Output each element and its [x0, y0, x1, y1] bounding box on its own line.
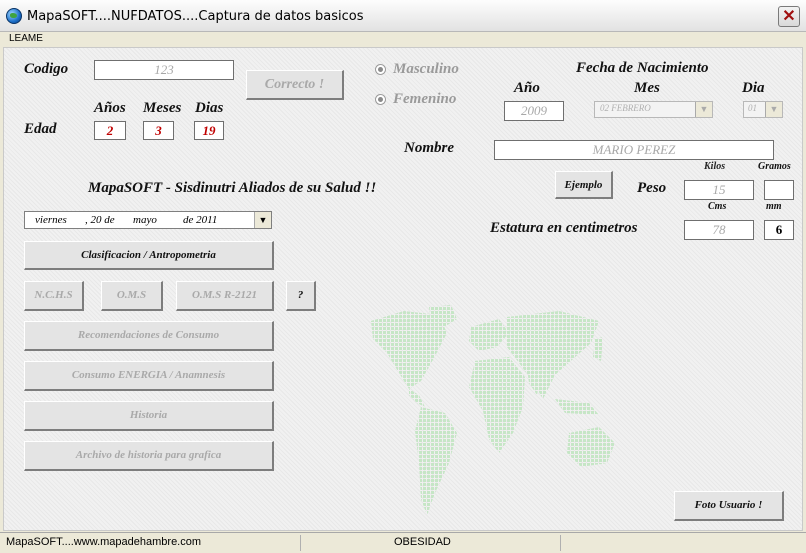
- fecha-dia-value: 01: [748, 103, 757, 113]
- close-button[interactable]: ✕: [778, 6, 800, 27]
- fecha-dia-select[interactable]: 01 ▼: [743, 101, 783, 118]
- date-picker-select[interactable]: viernes , 20 de mayo de 2011 ▼: [24, 211, 272, 229]
- status-bar: MapaSOFT....www.mapadehambre.com OBESIDA…: [0, 532, 806, 553]
- fecha-nacimiento-title: Fecha de Nacimiento: [576, 60, 709, 76]
- estatura-label: Estatura en centimetros: [490, 220, 638, 236]
- peso-label: Peso: [637, 180, 667, 196]
- edad-label: Edad: [24, 121, 57, 137]
- recomendaciones-consumo-button[interactable]: Recomendaciones de Consumo: [24, 321, 274, 351]
- consumo-energia-button[interactable]: Consumo ENERGIA / Anamnesis: [24, 361, 274, 391]
- chevron-down-icon: ▼: [695, 102, 712, 117]
- femenino-radio[interactable]: [375, 94, 386, 105]
- menu-item-leame[interactable]: LEAME: [9, 33, 43, 44]
- edad-anios-field[interactable]: 2: [94, 121, 126, 140]
- help-button[interactable]: ?: [286, 281, 316, 311]
- peso-kilos-field[interactable]: 15: [684, 180, 754, 200]
- mm-label: mm: [766, 201, 782, 212]
- fecha-mes-select[interactable]: 02 FEBRERO ▼: [594, 101, 713, 118]
- window-title: MapaSOFT....NUFDATOS....Captura de datos…: [27, 9, 364, 24]
- oms-r-button[interactable]: O.M.S R-2121: [176, 281, 274, 311]
- edad-meses-field[interactable]: 3: [143, 121, 174, 140]
- date-month: mayo: [133, 214, 157, 226]
- date-year: de 2011: [183, 214, 218, 226]
- form-area: Codigo 123 Correcto ! Años Meses Dias Ed…: [3, 47, 803, 531]
- edad-anios-label: Años: [94, 100, 126, 116]
- status-divider: [560, 535, 561, 551]
- estatura-cms-field[interactable]: 78: [684, 220, 754, 240]
- foto-usuario-button[interactable]: Foto Usuario !: [674, 491, 784, 521]
- correcto-button[interactable]: Correcto !: [246, 70, 344, 100]
- status-diagnosis: OBESIDAD: [394, 536, 451, 548]
- globe-icon: [6, 8, 22, 24]
- masculino-radio[interactable]: [375, 64, 386, 75]
- gramos-label: Gramos: [758, 161, 791, 172]
- codigo-field[interactable]: 123: [94, 60, 234, 80]
- menu-bar: LEAME: [0, 32, 806, 47]
- tagline-text: MapaSOFT - Sisdinutri Aliados de su Salu…: [88, 180, 377, 196]
- edad-dias-field[interactable]: 19: [194, 121, 224, 140]
- chevron-down-icon: ▼: [254, 212, 271, 228]
- chevron-down-icon: ▼: [765, 102, 782, 117]
- oms-button[interactable]: O.M.S: [101, 281, 163, 311]
- femenino-label: Femenino: [393, 91, 457, 107]
- edad-dias-label: Dias: [195, 100, 224, 116]
- codigo-label: Codigo: [24, 61, 69, 77]
- kilos-label: Kilos: [704, 161, 726, 172]
- fecha-dia-label: Dia: [742, 80, 765, 96]
- clasificacion-antropometria-button[interactable]: Clasificacion / Antropometria: [24, 241, 274, 270]
- title-bar: MapaSOFT....NUFDATOS....Captura de datos…: [0, 0, 806, 32]
- masculino-label: Masculino: [393, 61, 459, 77]
- archivo-historia-button[interactable]: Archivo de historia para grafica: [24, 441, 274, 471]
- world-map-image: [371, 305, 615, 515]
- nombre-label: Nombre: [404, 140, 454, 156]
- ejemplo-button[interactable]: Ejemplo: [555, 171, 613, 199]
- estatura-mm-field[interactable]: 6: [764, 220, 794, 240]
- date-weekday: viernes: [35, 214, 67, 226]
- cms-label: Cms: [708, 201, 727, 212]
- edad-meses-label: Meses: [143, 100, 182, 116]
- status-website: MapaSOFT....www.mapadehambre.com: [6, 536, 202, 548]
- fecha-mes-label: Mes: [634, 80, 660, 96]
- nchs-button[interactable]: N.C.H.S: [24, 281, 84, 311]
- nombre-field[interactable]: MARIO PEREZ: [494, 140, 774, 160]
- date-day: , 20 de: [85, 214, 115, 226]
- historia-button[interactable]: Historia: [24, 401, 274, 431]
- fecha-mes-value: 02 FEBRERO: [600, 103, 651, 113]
- fecha-anio-label: Año: [514, 80, 540, 96]
- fecha-anio-field[interactable]: 2009: [504, 101, 564, 121]
- status-divider: [300, 535, 301, 551]
- peso-gramos-field[interactable]: [764, 180, 794, 200]
